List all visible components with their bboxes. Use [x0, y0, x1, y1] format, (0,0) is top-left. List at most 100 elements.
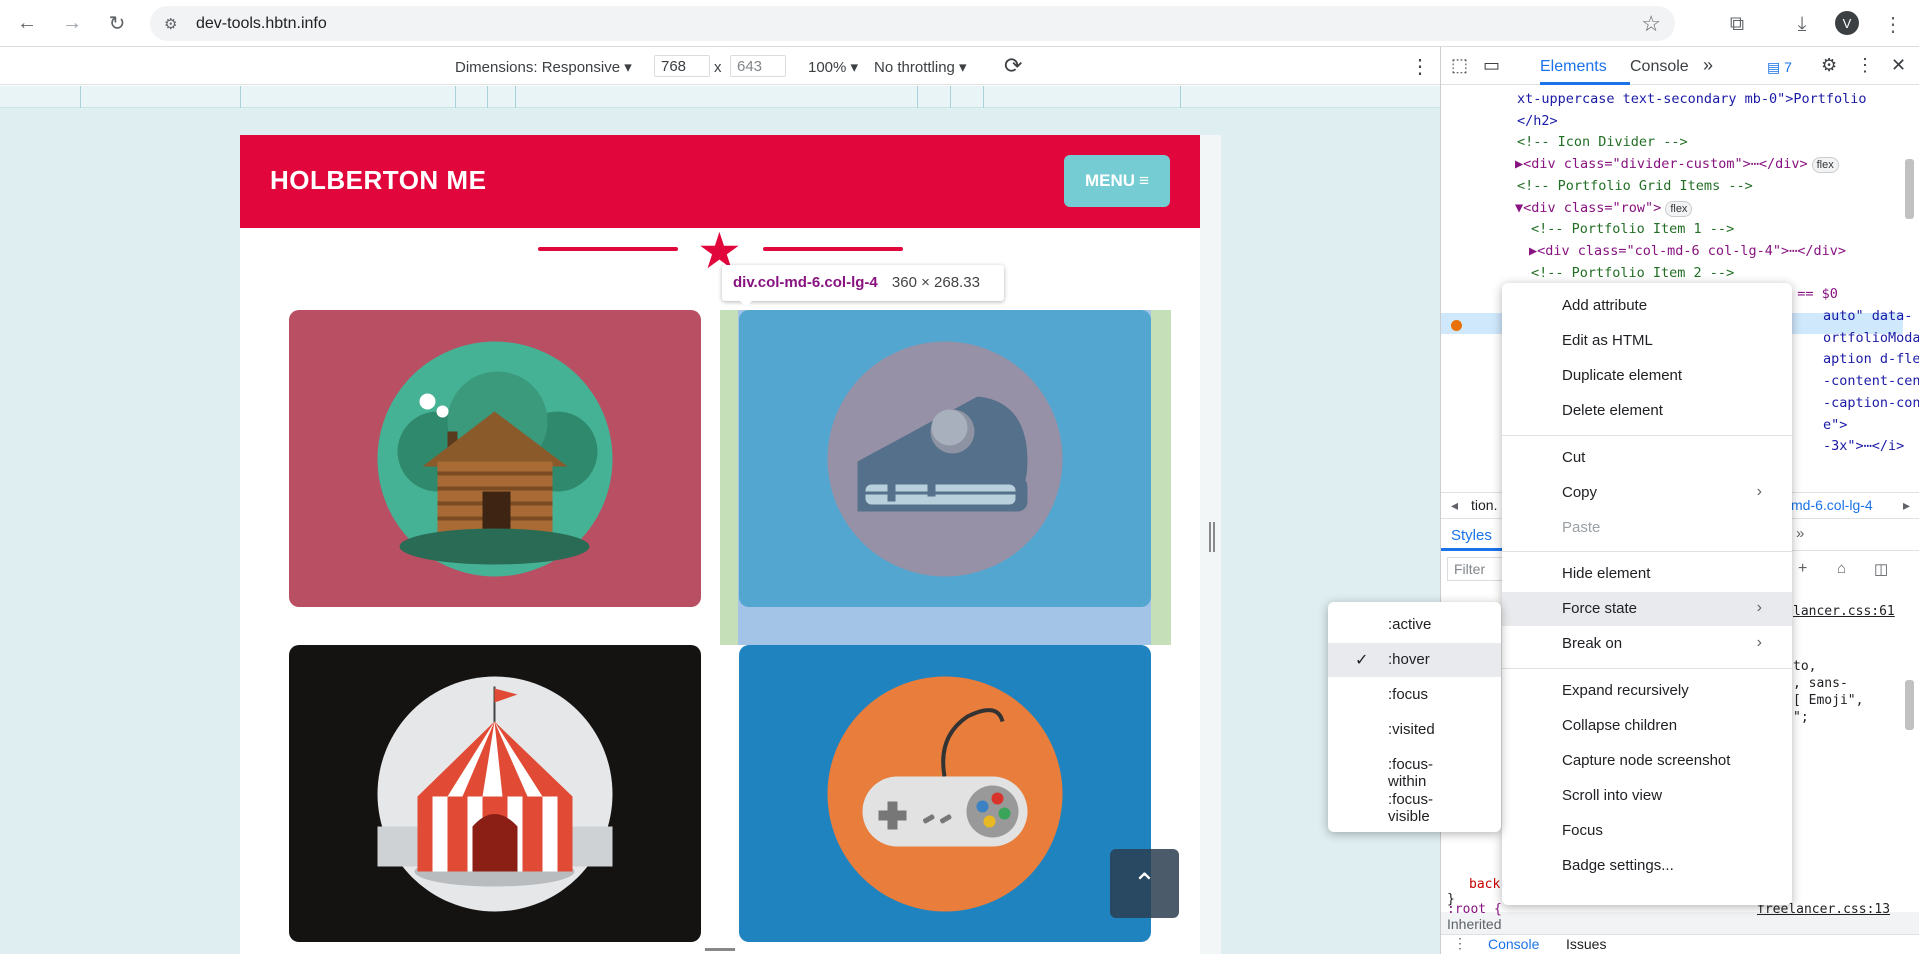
site-brand[interactable]: HOLBERTON ME — [270, 165, 486, 196]
settings-gear-icon[interactable]: ⚙ — [1821, 55, 1837, 76]
dom-line[interactable]: <!-- Portfolio Grid Items --> — [1517, 176, 1753, 198]
downloads-icon[interactable]: ⤓ — [1788, 10, 1816, 38]
inspect-element-icon[interactable]: ⬚ — [1451, 55, 1468, 76]
menu-item-capture-node-screenshot[interactable]: Capture node screenshot — [1502, 744, 1792, 778]
dom-line[interactable]: -3x">⋯</i> — [1823, 436, 1904, 458]
breadcrumb-right-arrow-icon[interactable]: ▸ — [1903, 497, 1910, 514]
portfolio-card-game[interactable] — [739, 645, 1151, 942]
drawer-tab-issues[interactable]: Issues — [1566, 936, 1606, 952]
device-toggle-icon[interactable]: ▭ — [1483, 55, 1500, 76]
portfolio-card-cabin[interactable] — [289, 310, 701, 607]
new-style-rule-icon[interactable]: + — [1798, 560, 1807, 578]
tab-console[interactable]: Console — [1630, 58, 1689, 76]
menu-item-collapse-children[interactable]: Collapse children — [1502, 709, 1792, 743]
viewport-resize-handle[interactable] — [1209, 522, 1215, 552]
dom-line[interactable]: ortfolioModa — [1823, 328, 1919, 350]
tab-elements[interactable]: Elements — [1540, 58, 1607, 76]
force-state-focus[interactable]: :focus — [1328, 678, 1501, 712]
menu-item-force-state[interactable]: Force state › — [1502, 592, 1792, 626]
menu-item-delete-element[interactable]: Delete element — [1502, 394, 1792, 428]
dom-scrollbar-thumb[interactable] — [1905, 159, 1914, 219]
zoom-dropdown[interactable]: 100% ▾ — [808, 58, 858, 76]
portfolio-card-circus[interactable] — [289, 645, 701, 942]
dom-line-text: ortfolioModa — [1823, 329, 1919, 346]
styles-scrollbar-thumb[interactable] — [1905, 680, 1914, 730]
address-bar[interactable]: ⚙ dev-tools.hbtn.info ☆ — [150, 6, 1675, 41]
dom-line[interactable]: auto" data- — [1823, 306, 1912, 328]
menu-item-cut[interactable]: Cut — [1502, 441, 1792, 475]
dom-line[interactable]: e"> — [1823, 415, 1847, 437]
drawer-menu-icon[interactable]: ⋮ — [1453, 935, 1467, 952]
viewport-bottom-resize-handle[interactable] — [705, 948, 735, 951]
menu-item-expand-recursively[interactable]: Expand recursively — [1502, 674, 1792, 708]
styles-more-tabs-icon[interactable]: » — [1796, 525, 1804, 542]
menu-item-label: Scroll into view — [1562, 787, 1663, 804]
menu-button[interactable]: MENU ≡ — [1064, 155, 1170, 207]
devtools-more-icon[interactable]: ⋮ — [1856, 55, 1874, 76]
close-devtools-icon[interactable]: ✕ — [1891, 55, 1906, 76]
toggle-sidebar-icon[interactable]: ◫ — [1874, 560, 1888, 578]
force-state-active[interactable]: :active — [1328, 608, 1501, 642]
breadcrumb-current[interactable]: md-6.col-lg-4 — [1791, 497, 1873, 513]
menu-item-copy[interactable]: Copy › — [1502, 476, 1792, 510]
style-source-link[interactable]: lancer.css:61 — [1793, 604, 1895, 619]
dom-line[interactable]: <!-- Portfolio Item 1 --> — [1531, 219, 1734, 241]
dom-line[interactable]: -content-cen — [1823, 371, 1919, 393]
menu-item-scroll-into-view[interactable]: Scroll into view — [1502, 779, 1792, 813]
menu-item-add-attribute[interactable]: Add attribute — [1502, 289, 1792, 323]
menu-item-hide-element[interactable]: Hide element — [1502, 557, 1792, 591]
site-settings-icon[interactable]: ⚙ — [164, 15, 177, 33]
dom-line[interactable]: </h2> — [1517, 111, 1558, 133]
dom-breakpoint-dot[interactable] — [1451, 320, 1462, 331]
dom-badge[interactable]: flex — [1811, 157, 1839, 174]
paint-brush-icon[interactable]: ⌂ — [1837, 560, 1846, 577]
more-tabs-icon[interactable]: » — [1703, 55, 1713, 76]
scroll-to-top-button[interactable]: ⌃ — [1110, 849, 1179, 918]
element-context-menu: Add attribute Edit as HTML Duplicate eleme… — [1502, 283, 1792, 905]
bookmark-star-icon[interactable]: ☆ — [1641, 11, 1661, 37]
media-query-ruler[interactable] — [0, 86, 1440, 108]
device-toolbar: Dimensions: Responsive ▾ 768 x 643 100% … — [0, 47, 1440, 85]
reload-icon[interactable]: ↻ — [102, 8, 132, 38]
dom-line[interactable]: <!-- Portfolio Item 2 --> — [1531, 263, 1734, 285]
force-state-visited[interactable]: :visited — [1328, 713, 1501, 747]
device-more-icon[interactable]: ⋮ — [1410, 54, 1430, 79]
dom-line[interactable]: ▶<div class="col-md-6 col-lg-4">⋯</div> — [1529, 241, 1846, 263]
portfolio-card-cake[interactable] — [739, 310, 1151, 607]
breadcrumb-left-arrow-icon[interactable]: ◂ — [1451, 497, 1458, 514]
issues-counter[interactable]: ▤ 7 — [1767, 59, 1792, 76]
menu-item-label: Hide element — [1562, 565, 1651, 582]
menu-item-label: Edit as HTML — [1562, 332, 1653, 349]
menu-item-badge-settings[interactable]: Badge settings... — [1502, 849, 1792, 883]
dom-line[interactable]: xt-uppercase text-secondary mb-0">Portfo… — [1517, 89, 1867, 111]
breadcrumb-left[interactable]: tion. — [1471, 497, 1497, 513]
menu-item-paste[interactable]: Paste — [1502, 511, 1792, 545]
back-icon[interactable]: ← — [12, 8, 42, 38]
browser-menu-icon[interactable]: ⋮ — [1879, 10, 1907, 38]
drawer-tab-console[interactable]: Console — [1488, 936, 1539, 952]
url-text[interactable]: dev-tools.hbtn.info — [196, 15, 327, 33]
hamburger-icon: ≡ — [1139, 171, 1149, 190]
dom-line[interactable]: -caption-con — [1823, 393, 1919, 415]
dimensions-dropdown[interactable]: Dimensions: Responsive ▾ — [455, 58, 632, 76]
throttling-dropdown[interactable]: No throttling ▾ — [874, 58, 967, 76]
tab-styles[interactable]: Styles — [1451, 527, 1492, 544]
extensions-icon[interactable]: ⧉ — [1723, 10, 1751, 38]
dom-line[interactable]: <!-- Icon Divider --> — [1517, 132, 1688, 154]
menu-item-edit-as-html[interactable]: Edit as HTML — [1502, 324, 1792, 358]
dom-line[interactable]: aption d-fle — [1823, 349, 1919, 371]
viewport-height-input[interactable]: 643 — [730, 55, 786, 77]
dom-line[interactable]: ▼<div class="row"> flex — [1515, 198, 1693, 220]
force-state-hover[interactable]: ✓:hover — [1328, 643, 1501, 677]
profile-avatar[interactable]: V — [1835, 11, 1859, 35]
force-state-focus-visible[interactable]: :focus-visible — [1328, 783, 1501, 825]
menu-item-break-on[interactable]: Break on › — [1502, 627, 1792, 661]
dom-badge[interactable]: flex — [1665, 200, 1693, 217]
rotate-icon[interactable]: ⟳ — [1004, 53, 1022, 79]
viewport-width-input[interactable]: 768 — [654, 55, 710, 77]
menu-item-focus[interactable]: Focus — [1502, 814, 1792, 848]
force-state-focus-within[interactable]: :focus-within — [1328, 748, 1501, 790]
forward-icon[interactable]: → — [57, 8, 87, 38]
dom-line[interactable]: ▶<div class="divider-custom">⋯</div> flex — [1515, 154, 1839, 176]
menu-item-duplicate-element[interactable]: Duplicate element — [1502, 359, 1792, 393]
